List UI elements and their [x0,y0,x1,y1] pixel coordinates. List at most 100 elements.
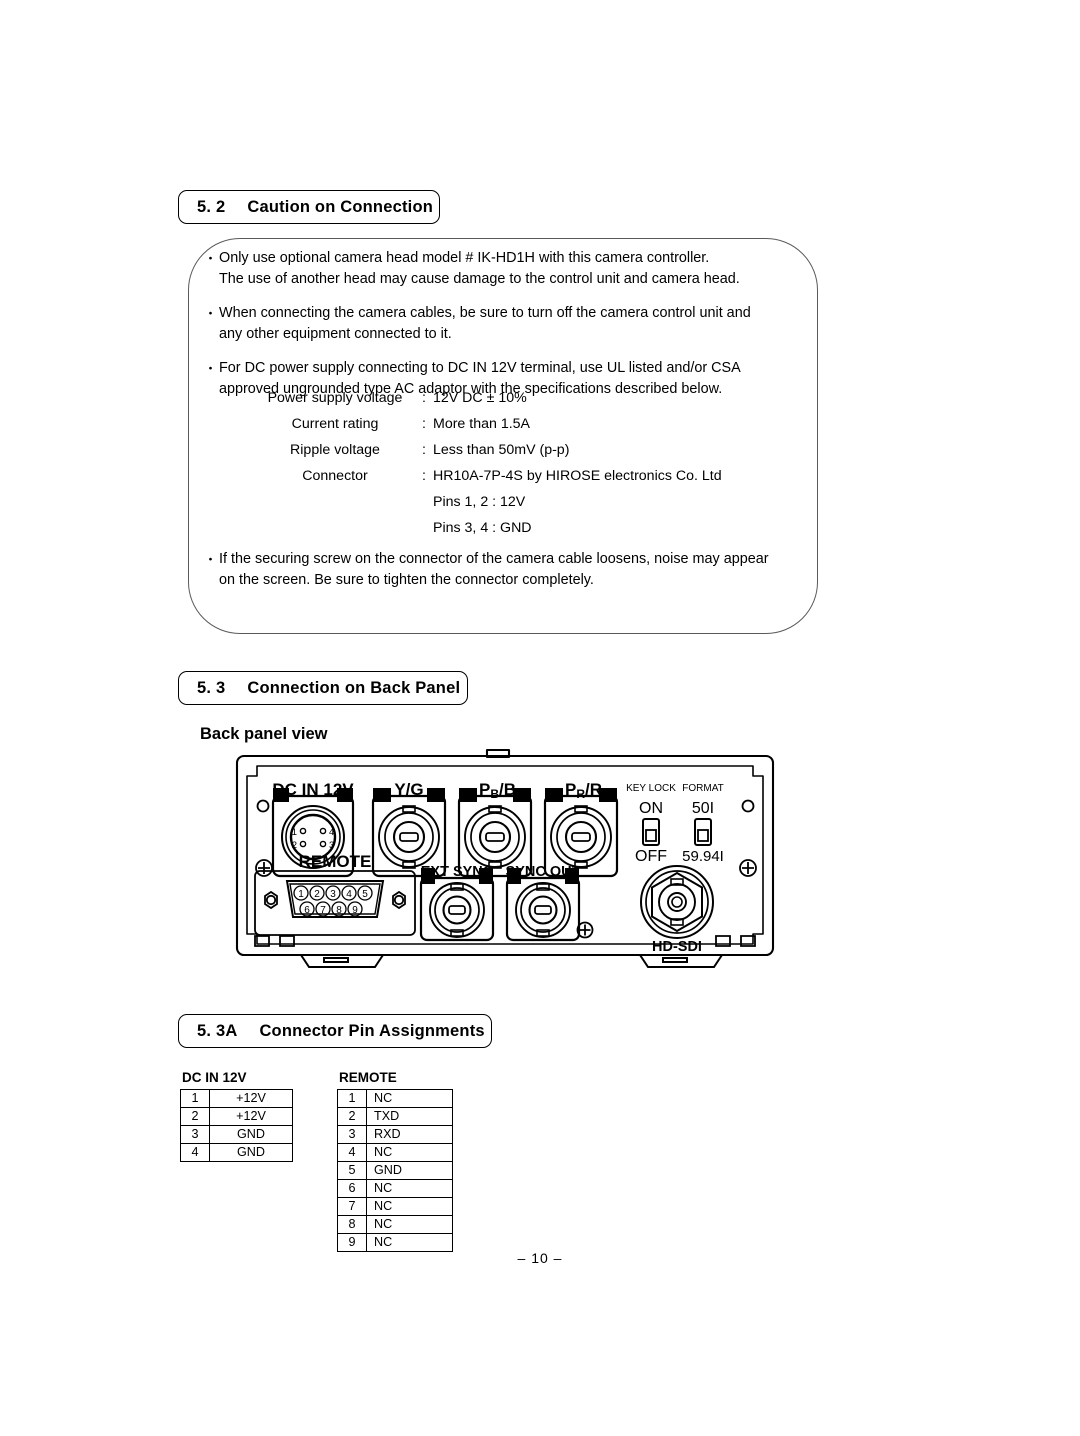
spec-label: Power supply voltage [267,390,403,406]
section-number: 5. 3 [197,678,226,697]
pin-signal: NC [366,1143,453,1162]
spec-colon: : [422,416,426,432]
connector-remote: REMOTE 1 2 3 4 5 6 7 8 9 [254,852,416,936]
screw-bottom-left [255,859,273,877]
pin-table-dc-in-12v: DC IN 12V 1 +12V 2 +12V 3 GND 4 GND [180,1070,293,1162]
table-row: 3 RXD [337,1125,453,1144]
spec-label: Ripple voltage [290,442,380,458]
connector-label-hd-sdi: HD-SDI [652,939,702,955]
format-position-5994i: 59.94I [682,848,724,865]
pin-number: 5 [337,1161,367,1180]
bullet-text-line: on the screen. Be sure to tighten the co… [219,572,594,588]
section-heading-caution: 5. 2 Caution on Connection [178,190,440,224]
bullet-marker-icon: ・ [204,251,218,266]
section-heading-pin-assignments: 5. 3A Connector Pin Assignments [178,1014,492,1048]
spec-row: Ripple voltage : Less than 50mV (p-p) [255,442,722,468]
table-row: 8 NC [337,1215,453,1234]
caution-bullet-list: ・ Only use optional camera head model # … [202,248,812,413]
bullet-marker-icon: ・ [204,552,218,567]
connector-hd-sdi: HD-SDI [640,865,714,955]
spec-value: More than 1.5A [433,416,531,432]
dc-pin-1 [299,827,307,835]
switch-format: FORMAT 50I 59.94I [682,783,724,865]
vent-hole-left [256,799,270,813]
spec-value: 12V DC ± 10% [433,390,527,406]
remote-pin-4: 4 [346,889,352,900]
pin-number: 9 [337,1233,367,1252]
pin-number: 7 [337,1197,367,1216]
format-label: FORMAT [682,783,723,794]
remote-pin-5: 5 [362,889,368,900]
spec-subrow: Pins 1, 2 : 12V [433,494,526,510]
table-row: 5 GND [337,1161,453,1180]
spec-row: Current rating : More than 1.5A [255,416,722,442]
bullet-text-line: any other equipment connected to it. [219,326,452,342]
spec-colon: : [422,442,426,458]
dc-pin-label-1: 1 [292,827,297,838]
pin-signal: NC [366,1233,453,1252]
caution-bullet-list-continued: ・ If the securing screw on the connector… [202,549,812,604]
switch-key-lock: KEY LOCK ON OFF [626,783,676,865]
table-row: 4 GND [180,1143,293,1162]
connector-label-pr: PR/R [565,780,602,801]
spec-value: Less than 50mV (p-p) [433,442,570,458]
bullet-text-line: When connecting the camera cables, be su… [219,305,751,321]
spec-value: HR10A-7P-4S by HIROSE electronics Co. Lt… [433,468,722,484]
pin-number: 8 [337,1215,367,1234]
pin-signal: NC [366,1197,453,1216]
pin-number: 2 [337,1107,367,1126]
pin-signal: GND [209,1143,293,1162]
key-lock-position-off: OFF [635,848,667,865]
pin-number: 1 [180,1089,210,1108]
bullet-text-line: If the securing screw on the connector o… [219,551,769,567]
section-title: Connection on Back Panel [247,678,461,697]
format-position-50i: 50I [692,800,714,817]
connector-label-ext-sync: EXT SYNC [421,864,494,880]
connector-ext-sync: EXT SYNC [419,864,495,942]
pin-signal: GND [209,1125,293,1144]
remote-pin-2: 2 [314,889,320,900]
spec-label: Current rating [291,416,379,432]
table-row: 7 NC [337,1197,453,1216]
table-row: 1 +12V [180,1089,293,1108]
power-supply-spec-list: Power supply voltage : 12V DC ± 10% Curr… [255,390,722,546]
spec-label: Connector [302,468,368,484]
pin-number: 1 [337,1089,367,1108]
list-item: ・ Only use optional camera head model # … [202,248,812,290]
dc-pin-2 [299,840,307,848]
remote-pin-8: 8 [336,905,342,916]
table-row: 1 NC [337,1089,453,1108]
remote-pin-6: 6 [304,905,310,916]
pin-signal: GND [366,1161,453,1180]
dc-pin-label-3: 3 [329,840,334,851]
foot-left-notch [323,957,349,963]
vent-hole-right [741,799,755,813]
pin-signal: NC [366,1215,453,1234]
pin-number: 3 [337,1125,367,1144]
bullet-text-line: For DC power supply connecting to DC IN … [219,360,741,376]
remote-pin-1: 1 [298,889,304,900]
back-panel-diagram: 1 4 2 3 DC IN 12V Y/G PB/B PR/R KEY LOCK… [225,740,785,990]
key-lock-position-on: ON [639,800,663,817]
foot-right-notch [662,957,688,963]
bullet-marker-icon: ・ [204,306,218,321]
connector-label-remote: REMOTE [299,852,372,871]
connector-yg: Y/G [371,780,447,878]
pin-table-title: DC IN 12V [182,1070,247,1085]
pin-number: 4 [337,1143,367,1162]
screw-bottom-right [739,859,757,877]
pin-signal: NC [366,1089,453,1108]
remote-pin-9: 9 [352,905,358,916]
spec-row: Power supply voltage : 12V DC ± 10% [255,390,722,416]
table-row: 2 TXD [337,1107,453,1126]
pin-signal: +12V [209,1089,293,1108]
remote-pin-7: 7 [320,905,326,916]
list-item: ・ When connecting the camera cables, be … [202,303,812,345]
connector-label-dc-in: DC IN 12V [272,780,354,799]
bullet-text-line: Only use optional camera head model # IK… [219,250,710,266]
table-row: 6 NC [337,1179,453,1198]
connector-pr-r: PR/R [543,780,619,878]
list-item: ・ If the securing screw on the connector… [202,549,812,591]
bullet-marker-icon: ・ [204,361,218,376]
section-title: Caution on Connection [247,197,434,216]
